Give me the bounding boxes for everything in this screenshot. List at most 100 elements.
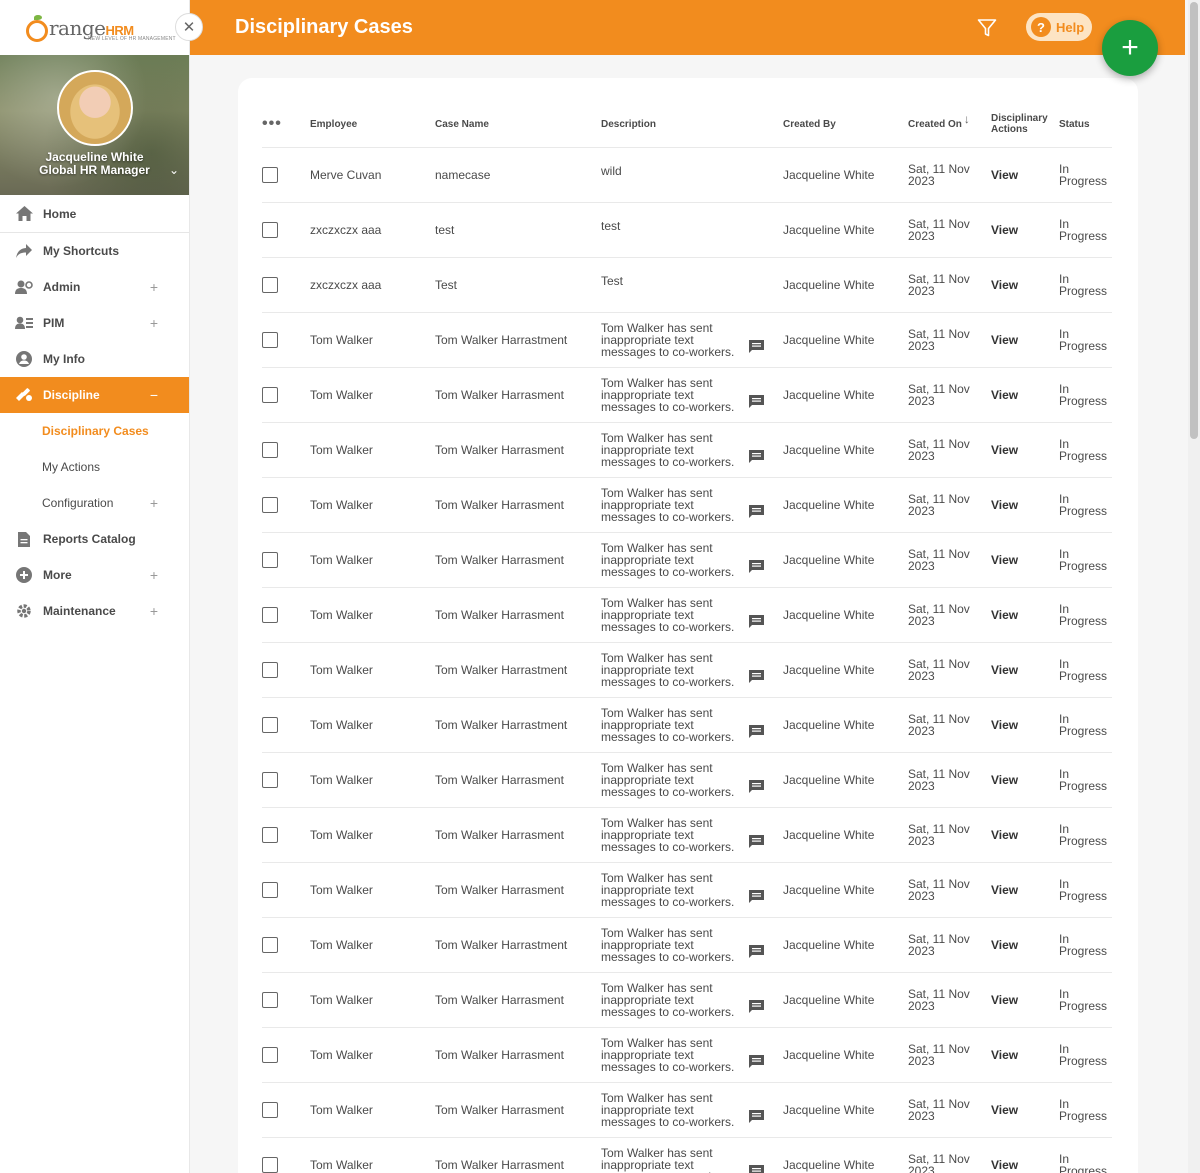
filter-icon[interactable] — [977, 18, 997, 38]
table-row[interactable]: Tom Walker Tom Walker Harrasment Tom Wal… — [262, 861, 1112, 917]
column-header-status[interactable]: Status — [1059, 102, 1112, 147]
table-row[interactable]: Tom Walker Tom Walker Harrastment Tom Wa… — [262, 311, 1112, 367]
view-link[interactable]: View — [991, 1103, 1018, 1117]
nav-sub-configuration[interactable]: Configuration + — [0, 485, 189, 521]
view-link[interactable]: View — [991, 828, 1018, 842]
comment-icon[interactable] — [749, 670, 764, 683]
row-checkbox[interactable] — [262, 826, 278, 843]
comment-icon[interactable] — [749, 395, 764, 408]
view-link[interactable]: View — [991, 443, 1018, 457]
row-checkbox[interactable] — [262, 771, 278, 788]
nav-item-reports[interactable]: Reports Catalog — [0, 521, 189, 557]
table-row[interactable]: Tom Walker Tom Walker Harrastment Tom Wa… — [262, 641, 1112, 697]
view-link[interactable]: View — [991, 1048, 1018, 1062]
view-link[interactable]: View — [991, 498, 1018, 512]
view-link[interactable]: View — [991, 718, 1018, 732]
view-link[interactable]: View — [991, 388, 1018, 402]
nav-item-discipline[interactable]: Discipline − — [0, 377, 189, 413]
add-case-button[interactable]: + — [1102, 20, 1158, 76]
nav-item-pim[interactable]: PIM + — [0, 305, 189, 341]
comment-icon[interactable] — [749, 560, 764, 573]
row-checkbox[interactable] — [262, 551, 278, 568]
expand-plus-icon[interactable]: + — [150, 603, 158, 619]
table-row[interactable]: Tom Walker Tom Walker Harrasment Tom Wal… — [262, 751, 1112, 807]
user-profile[interactable]: Jacqueline White Global HR Manager ⌄ — [0, 55, 189, 195]
comment-icon[interactable] — [749, 780, 764, 793]
view-link[interactable]: View — [991, 553, 1018, 567]
row-checkbox[interactable] — [262, 331, 278, 348]
table-row[interactable]: Tom Walker Tom Walker Harrasment Tom Wal… — [262, 366, 1112, 422]
expand-plus-icon[interactable]: + — [150, 495, 158, 511]
comment-icon[interactable] — [749, 1110, 764, 1123]
close-sidebar-button[interactable]: ✕ — [175, 13, 203, 41]
view-link[interactable]: View — [991, 168, 1018, 182]
chevron-down-icon[interactable]: ⌄ — [169, 163, 179, 177]
more-dots-icon[interactable]: ••• — [262, 115, 282, 132]
view-link[interactable]: View — [991, 223, 1018, 237]
column-header-disciplinary-actions[interactable]: Disciplinary Actions — [991, 102, 1059, 147]
nav-item-shortcuts[interactable]: My Shortcuts — [0, 233, 189, 269]
table-row[interactable]: Tom Walker Tom Walker Harrasment Tom Wal… — [262, 1026, 1112, 1082]
comment-icon[interactable] — [749, 615, 764, 628]
column-header-employee[interactable]: Employee — [310, 102, 435, 147]
scrollbar[interactable] — [1188, 0, 1200, 1173]
table-row[interactable]: Tom Walker Tom Walker Harrasment Tom Wal… — [262, 1136, 1112, 1173]
column-options[interactable]: ••• — [262, 102, 310, 147]
comment-icon[interactable] — [749, 1165, 764, 1173]
row-checkbox[interactable] — [262, 1156, 278, 1173]
comment-icon[interactable] — [749, 1000, 764, 1013]
comment-icon[interactable] — [749, 1055, 764, 1068]
view-link[interactable]: View — [991, 938, 1018, 952]
comment-icon[interactable] — [749, 945, 764, 958]
row-checkbox[interactable] — [262, 881, 278, 898]
row-checkbox[interactable] — [262, 1046, 278, 1063]
row-checkbox[interactable] — [262, 661, 278, 678]
expand-plus-icon[interactable]: + — [150, 279, 158, 295]
row-checkbox[interactable] — [262, 221, 278, 238]
comment-icon[interactable] — [749, 450, 764, 463]
row-checkbox[interactable] — [262, 1101, 278, 1118]
view-link[interactable]: View — [991, 883, 1018, 897]
table-row[interactable]: Tom Walker Tom Walker Harrastment Tom Wa… — [262, 696, 1112, 752]
row-checkbox[interactable] — [262, 276, 278, 293]
help-button[interactable]: ? Help — [1026, 13, 1092, 41]
collapse-minus-icon[interactable]: − — [150, 387, 158, 403]
row-checkbox[interactable] — [262, 441, 278, 458]
view-link[interactable]: View — [991, 608, 1018, 622]
table-row[interactable]: Tom Walker Tom Walker Harrasment Tom Wal… — [262, 586, 1112, 642]
table-row[interactable]: Tom Walker Tom Walker Harrastment Tom Wa… — [262, 916, 1112, 972]
view-link[interactable]: View — [991, 663, 1018, 677]
comment-icon[interactable] — [749, 340, 764, 353]
view-link[interactable]: View — [991, 333, 1018, 347]
row-checkbox[interactable] — [262, 166, 278, 183]
nav-item-myinfo[interactable]: My Info — [0, 341, 189, 377]
sort-down-icon[interactable]: ↓ — [964, 112, 970, 126]
table-row[interactable]: zxczxczx aaa Test Test Jacqueline White … — [262, 256, 1112, 312]
table-row[interactable]: Tom Walker Tom Walker Harrasment Tom Wal… — [262, 421, 1112, 477]
table-row[interactable]: Tom Walker Tom Walker Harrasment Tom Wal… — [262, 971, 1112, 1027]
comment-icon[interactable] — [749, 725, 764, 738]
expand-plus-icon[interactable]: + — [150, 567, 158, 583]
nav-item-maintenance[interactable]: Maintenance + — [0, 593, 189, 629]
table-row[interactable]: Tom Walker Tom Walker Harrasment Tom Wal… — [262, 531, 1112, 587]
nav-item-home[interactable]: Home — [0, 195, 189, 233]
comment-icon[interactable] — [749, 505, 764, 518]
nav-item-admin[interactable]: Admin + — [0, 269, 189, 305]
row-checkbox[interactable] — [262, 496, 278, 513]
table-row[interactable]: Tom Walker Tom Walker Harrasment Tom Wal… — [262, 476, 1112, 532]
row-checkbox[interactable] — [262, 991, 278, 1008]
view-link[interactable]: View — [991, 1158, 1018, 1172]
column-header-created-by[interactable]: Created By — [783, 102, 908, 147]
column-header-created-on[interactable]: Created On ↓ — [908, 102, 991, 147]
nav-sub-disciplinary-cases[interactable]: Disciplinary Cases — [0, 413, 189, 449]
table-row[interactable]: Merve Cuvan namecase wild Jacqueline Whi… — [262, 146, 1112, 202]
view-link[interactable]: View — [991, 993, 1018, 1007]
table-row[interactable]: zxczxczx aaa test test Jacqueline White … — [262, 201, 1112, 257]
scrollbar-thumb[interactable] — [1190, 2, 1198, 439]
nav-sub-my-actions[interactable]: My Actions — [0, 449, 189, 485]
column-header-case-name[interactable]: Case Name — [435, 102, 601, 147]
nav-item-more[interactable]: More + — [0, 557, 189, 593]
row-checkbox[interactable] — [262, 386, 278, 403]
comment-icon[interactable] — [749, 835, 764, 848]
logo[interactable]: rangeHRM NEW LEVEL OF HR MANAGEMENT ✕ — [0, 0, 203, 55]
